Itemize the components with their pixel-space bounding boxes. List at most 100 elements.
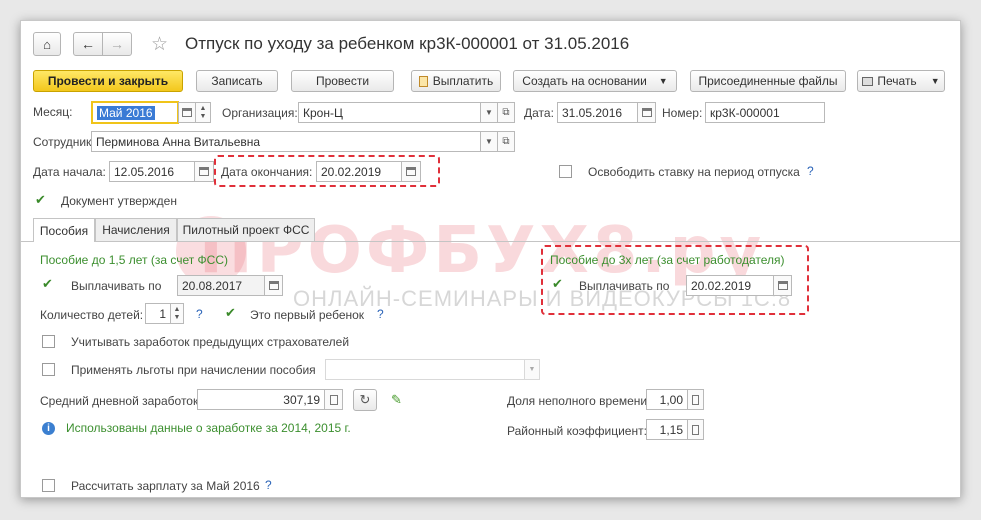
spin-down-icon: ▼ xyxy=(173,313,181,321)
avg-daily-field[interactable]: 307,19 xyxy=(197,389,325,410)
part-time-calc-button[interactable] xyxy=(687,389,704,410)
children-count-field[interactable]: 1 xyxy=(145,303,171,324)
pay-until-calendar-button[interactable] xyxy=(264,275,283,296)
children-count-help-link[interactable]: ? xyxy=(196,307,203,321)
calc-salary-label: Рассчитать зарплату за Май 2016 xyxy=(71,479,260,493)
pay-until-checkbox[interactable]: ✔ xyxy=(41,277,54,290)
date-calendar-button[interactable] xyxy=(637,102,656,123)
apply-benefits-checkbox[interactable] xyxy=(42,363,55,376)
document-icon xyxy=(418,75,428,87)
info-text: Использованы данные о заработке за 2014,… xyxy=(66,421,351,435)
print-button[interactable]: Печать ▼ xyxy=(857,70,945,92)
open-icon: ⧉ xyxy=(502,107,510,118)
part-time-field[interactable]: 1,00 xyxy=(646,389,688,410)
pay-until-3-field[interactable]: 20.02.2019 xyxy=(686,275,774,296)
dropdown-arrow-icon: ▼ xyxy=(485,137,493,146)
part-time-label: Доля неполного времени: xyxy=(507,394,651,408)
end-date-calendar-button[interactable] xyxy=(401,161,421,182)
regional-coef-field[interactable]: 1,15 xyxy=(646,419,688,440)
prev-insurers-checkbox[interactable] xyxy=(42,335,55,348)
prev-insurers-label: Учитывать заработок предыдущих страховат… xyxy=(71,335,350,349)
regional-coef-calc-button[interactable] xyxy=(687,419,704,440)
spin-up-icon: ▲ xyxy=(199,104,207,112)
calendar-icon xyxy=(641,108,652,117)
print-button-label: Печать xyxy=(877,74,917,88)
calculator-icon xyxy=(329,394,338,405)
attached-files-button[interactable]: Присоединенные файлы xyxy=(690,70,846,92)
refresh-icon: ↻ xyxy=(359,392,371,407)
edit-pencil-icon[interactable]: ✎ xyxy=(391,392,402,408)
arrow-left-icon: ← xyxy=(81,36,95,52)
open-icon: ⧉ xyxy=(502,136,510,147)
checkmark-icon: ✔ xyxy=(552,276,563,291)
tab-fss-pilot[interactable]: Пилотный проект ФСС xyxy=(177,218,315,241)
checkmark-icon: ✔ xyxy=(35,192,46,207)
tab-benefits[interactable]: Пособия xyxy=(33,218,95,242)
calc-salary-checkbox[interactable] xyxy=(42,479,55,492)
pay-until-3-checkbox[interactable]: ✔ xyxy=(551,277,564,290)
calc-salary-help-link[interactable]: ? xyxy=(265,478,272,492)
pay-until-3-calendar-button[interactable] xyxy=(773,275,792,296)
calendar-icon xyxy=(268,281,279,290)
calculator-icon xyxy=(692,424,699,435)
pay-button-label: Выплатить xyxy=(432,74,494,88)
avg-daily-label: Средний дневной заработок: xyxy=(40,394,202,408)
organization-open-button[interactable]: ⧉ xyxy=(497,102,515,123)
employee-field[interactable]: Перминова Анна Витальевна xyxy=(91,131,481,152)
first-child-help-link[interactable]: ? xyxy=(377,307,384,321)
number-field[interactable]: кр3К-000001 xyxy=(705,102,825,123)
section-benefit-1-5: Пособие до 1,5 лет (за счет ФСС) xyxy=(40,253,229,267)
start-date-calendar-button[interactable] xyxy=(194,161,214,182)
month-spinner[interactable]: ▲ ▼ xyxy=(195,102,211,123)
tabs-divider xyxy=(21,241,960,242)
employee-dropdown-button[interactable]: ▼ xyxy=(480,131,498,152)
pay-until-3-label: Выплачивать по xyxy=(579,279,670,293)
spin-up-icon: ▲ xyxy=(173,305,181,313)
date-field[interactable]: 31.05.2016 xyxy=(557,102,638,123)
benefits-select[interactable] xyxy=(325,359,525,380)
approved-checkbox[interactable]: ✔ xyxy=(34,193,47,206)
create-based-on-button[interactable]: Создать на основании ▼ xyxy=(513,70,677,92)
first-child-checkbox[interactable]: ✔ xyxy=(224,306,237,319)
approved-label: Документ утвержден xyxy=(61,194,177,208)
free-rate-checkbox[interactable] xyxy=(559,165,572,178)
end-date-field[interactable]: 20.02.2019 xyxy=(316,161,402,182)
first-child-label: Это первый ребенок xyxy=(250,308,365,322)
month-calendar-button[interactable] xyxy=(178,102,196,123)
regional-coef-label: Районный коэффициент: xyxy=(507,424,647,438)
dropdown-arrow-icon: ▼ xyxy=(485,108,493,117)
date-label: Дата: xyxy=(524,106,554,120)
start-date-label: Дата начала: xyxy=(33,165,106,179)
tab-accruals[interactable]: Начисления xyxy=(95,218,177,241)
arrow-right-icon: → xyxy=(110,36,124,52)
pay-until-label: Выплачивать по xyxy=(71,279,162,293)
benefits-select-dropdown[interactable]: ▼ xyxy=(524,359,540,380)
dropdown-arrow-icon: ▼ xyxy=(658,76,668,86)
post-button[interactable]: Провести xyxy=(291,70,394,92)
month-field[interactable]: Май 2016 xyxy=(91,101,179,124)
free-rate-help-link[interactable]: ? xyxy=(807,164,814,178)
start-date-field[interactable]: 12.05.2016 xyxy=(109,161,195,182)
printer-icon xyxy=(862,76,874,86)
spin-down-icon: ▼ xyxy=(199,112,207,120)
avg-daily-calc-button[interactable] xyxy=(324,389,343,410)
home-icon: ⌂ xyxy=(43,36,51,52)
forward-button[interactable]: → xyxy=(102,32,132,56)
free-rate-label: Освободить ставку на период отпуска xyxy=(588,165,800,179)
children-count-spinner[interactable]: ▲ ▼ xyxy=(170,303,184,324)
organization-label: Организация: xyxy=(222,106,298,120)
pay-until-field[interactable]: 20.08.2017 xyxy=(177,275,265,296)
month-label: Месяц: xyxy=(33,105,73,119)
pay-button[interactable]: Выплатить xyxy=(411,70,501,92)
number-label: Номер: xyxy=(662,106,703,120)
employee-open-button[interactable]: ⧉ xyxy=(497,131,515,152)
dropdown-arrow-icon: ▼ xyxy=(528,366,536,373)
refresh-button[interactable]: ↻ xyxy=(353,389,377,411)
organization-dropdown-button[interactable]: ▼ xyxy=(480,102,498,123)
save-button[interactable]: Записать xyxy=(196,70,278,92)
post-and-close-button[interactable]: Провести и закрыть xyxy=(33,70,183,92)
favorite-star-icon[interactable]: ☆ xyxy=(151,33,168,56)
back-button[interactable]: ← xyxy=(73,32,103,56)
organization-field[interactable]: Крон-Ц xyxy=(298,102,481,123)
home-button[interactable]: ⌂ xyxy=(33,32,61,56)
